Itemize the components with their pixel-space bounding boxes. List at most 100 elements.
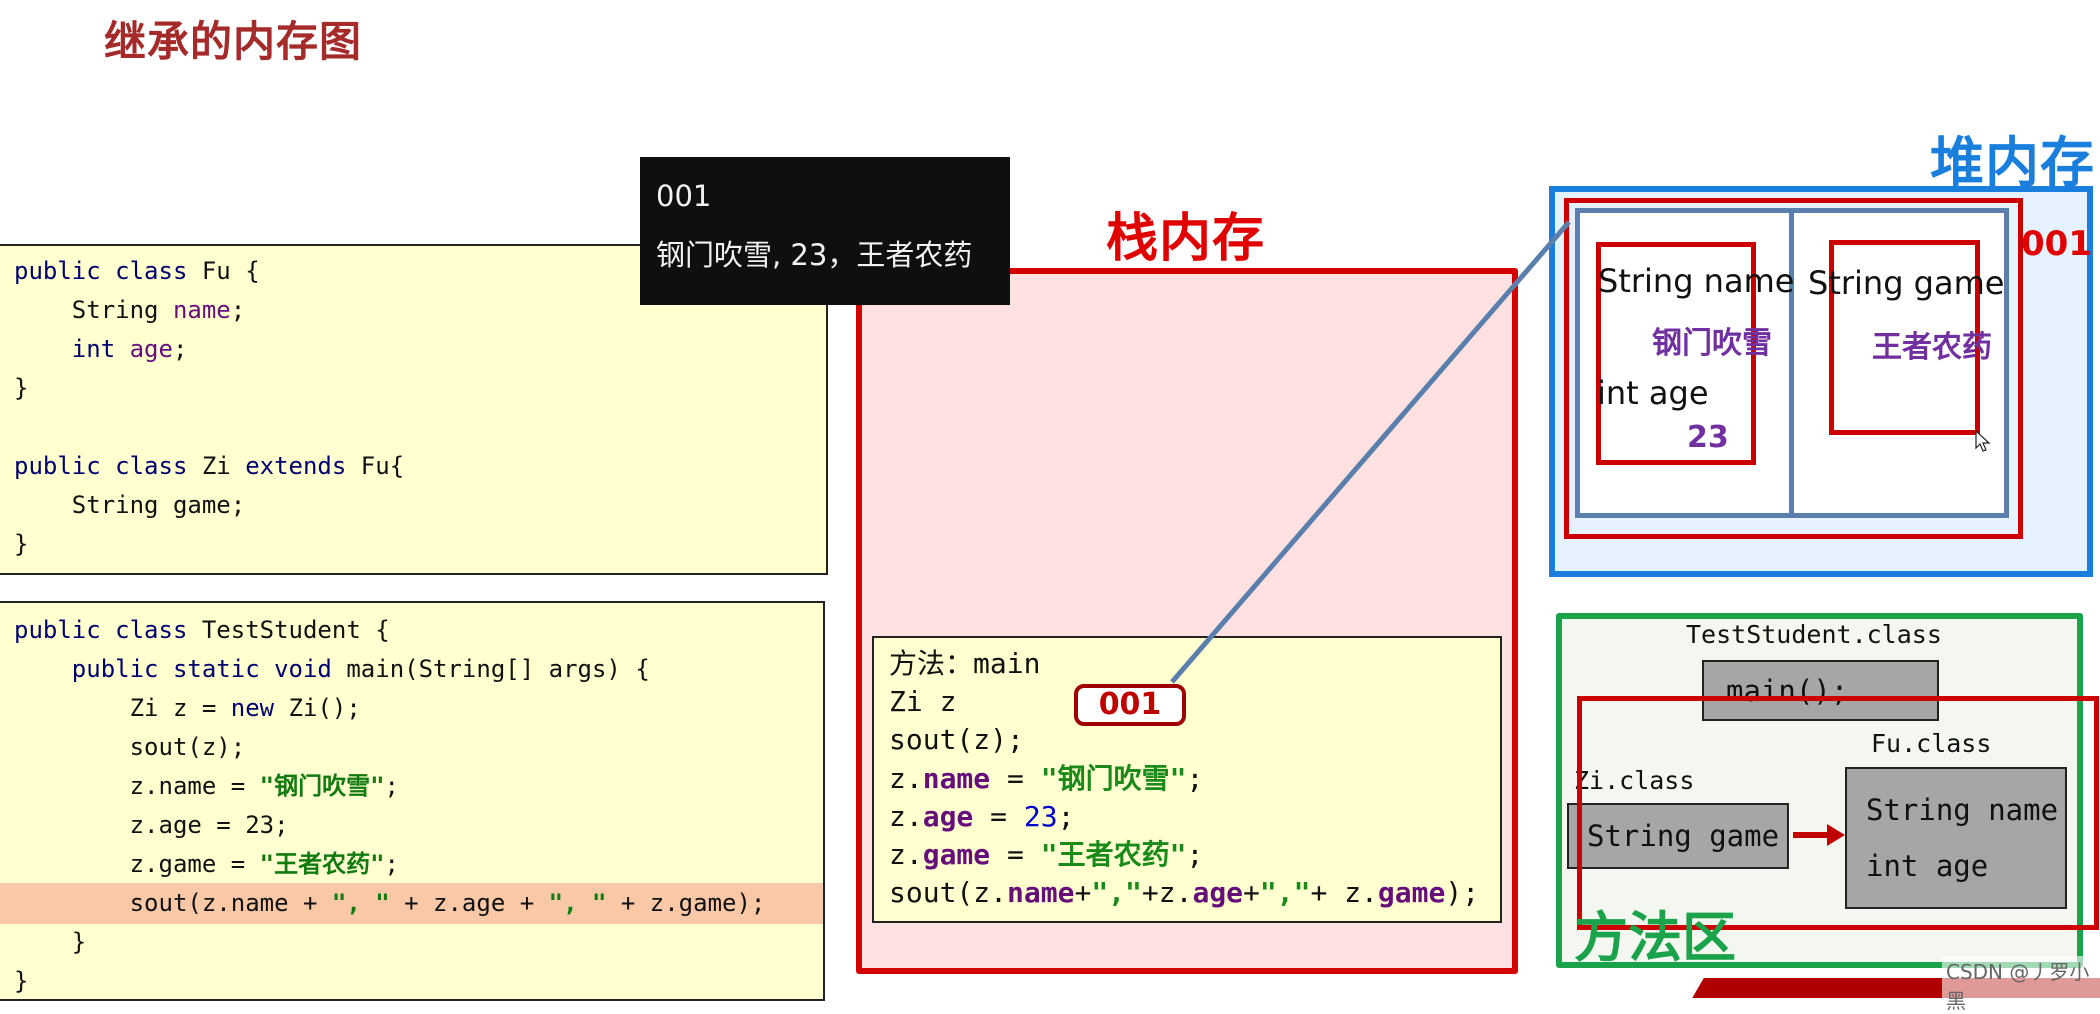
heap-field-game: String game: [1808, 264, 2005, 302]
number-literal: 23: [1023, 800, 1058, 833]
frame-line: sout(z.name+","+z.age+","+ z.game);: [889, 873, 1479, 912]
code-text: ;: [384, 772, 399, 800]
heap-value-name: 钢门吹雪: [1652, 326, 1772, 361]
frame-line: sout(z);: [889, 723, 1024, 756]
string-literal: "王者农药": [1040, 838, 1187, 871]
heap-value-game: 王者农药: [1872, 330, 1992, 365]
code-text: z.game =: [14, 850, 260, 878]
frame-line: Zi z: [889, 685, 957, 718]
frame-line: z.age = 23;: [889, 797, 1074, 836]
code-text: String: [14, 296, 173, 324]
reference-value-badge: 001: [1074, 684, 1186, 726]
code-line: public static void main(String[] args) {: [14, 650, 650, 689]
code-line: z.game = "王者农药";: [14, 845, 399, 884]
code-text: TestStudent {: [187, 616, 390, 644]
code-text: ;: [384, 850, 399, 878]
heap-address-label: 001: [2021, 224, 2092, 264]
frame-line: 方法：main: [889, 644, 1040, 683]
code-line: z.age = 23;: [14, 811, 289, 839]
code-line: public class Fu {: [14, 252, 260, 291]
heap-field-age: int age: [1597, 374, 1709, 412]
code-line: }: [14, 530, 29, 558]
frame-text: );: [1445, 876, 1480, 909]
code-text: z.name =: [14, 772, 260, 800]
main-method-frame: 方法：main Zi z sout(z); z.name = "钢门吹雪"; z…: [872, 636, 1502, 923]
field-name: game: [922, 838, 991, 871]
keyword: public class: [14, 452, 188, 480]
code-line: }: [14, 374, 29, 402]
field-name: game: [1377, 876, 1446, 909]
age-value: 23: [1687, 420, 1729, 455]
frame-text: +: [1243, 876, 1260, 909]
frame-text: ;: [1186, 838, 1204, 871]
field-name: name: [922, 762, 991, 795]
frame-text: +z.: [1141, 876, 1193, 909]
code-line: public class Zi extends Fu{: [14, 447, 404, 486]
code-line: z.name = "钢门吹雪";: [14, 767, 399, 806]
string-literal: "钢门吹雪": [259, 772, 385, 800]
string-literal: "钢门吹雪": [1040, 762, 1187, 795]
code-line: String name;: [14, 291, 245, 330]
string-literal: ",": [1259, 876, 1311, 909]
code-text: Zi: [187, 452, 246, 480]
frame-text: ;: [1057, 800, 1075, 833]
field-name: name: [1007, 876, 1075, 909]
output-line-2: 钢门吹雪, 23，王者农药: [656, 238, 973, 272]
frame-text: z.: [889, 762, 923, 795]
stack-memory-label: 栈内存: [1106, 209, 1266, 269]
code-text: main(String[] args) {: [331, 655, 650, 683]
frame-line: z.game = "王者农药";: [889, 835, 1203, 874]
page-title: 继承的内存图: [104, 17, 363, 66]
code-block-test-student: public class TestStudent { public static…: [0, 601, 825, 1001]
field-name: age: [1192, 876, 1244, 909]
code-text: Zi z =: [14, 694, 231, 722]
frame-text: z.: [889, 838, 923, 871]
method-name: main: [973, 647, 1041, 680]
frame-line: z.name = "钢门吹雪";: [889, 759, 1203, 798]
mouse-cursor-icon: [1975, 430, 1991, 452]
frame-text: =: [990, 838, 1041, 871]
output-line-1: 001: [656, 179, 712, 213]
code-line: Zi z = new Zi();: [14, 689, 361, 728]
frame-text: + z.: [1310, 876, 1378, 909]
frame-text: =: [990, 762, 1041, 795]
code-text: ;: [230, 296, 246, 324]
method-area-label: 方法区: [1574, 906, 1736, 969]
field-name: age: [129, 335, 173, 363]
code-line: public class TestStudent {: [14, 611, 390, 650]
string-literal: "王者农药": [259, 850, 385, 878]
watermark: CSDN @丿罗小黑: [1942, 956, 2100, 1014]
code-text: Fu{: [346, 452, 405, 480]
code-text: + z.age +: [389, 889, 549, 917]
code-text: + z.game);: [606, 889, 766, 917]
frame-text: +: [1074, 876, 1092, 909]
code-line: }: [14, 928, 87, 956]
code-line: int age;: [14, 330, 188, 369]
keyword: public class: [14, 616, 188, 644]
frame-text: ;: [1186, 762, 1204, 795]
heap-value-age: 23: [1687, 420, 1729, 455]
field-name: name: [172, 296, 231, 324]
keyword: public class: [14, 257, 188, 285]
frame-text: =: [973, 800, 1024, 833]
code-line: String game;: [14, 491, 246, 519]
string-literal: ", ": [331, 889, 390, 917]
field-name: age: [922, 800, 974, 833]
keyword: new: [230, 694, 275, 722]
code-line: sout(z);: [14, 733, 246, 761]
string-literal: ", ": [548, 889, 607, 917]
keyword: public static void: [14, 655, 332, 683]
code-text: sout(z.name +: [14, 889, 332, 917]
test-student-class-label: TestStudent.class: [1686, 620, 1942, 649]
heap-field-name: String name: [1598, 262, 1795, 300]
keyword: int: [14, 335, 130, 363]
frame-text: 方法：: [889, 647, 974, 680]
keyword: extends: [245, 452, 347, 480]
string-literal: ",": [1091, 876, 1142, 909]
code-text: Fu {: [187, 257, 260, 285]
code-line: sout(z.name + ", " + z.age + ", " + z.ga…: [14, 884, 766, 923]
code-line: }: [14, 967, 29, 995]
object-divider: [1789, 208, 1794, 518]
frame-text: sout(z.: [889, 876, 1008, 909]
code-text: Zi();: [274, 694, 361, 722]
